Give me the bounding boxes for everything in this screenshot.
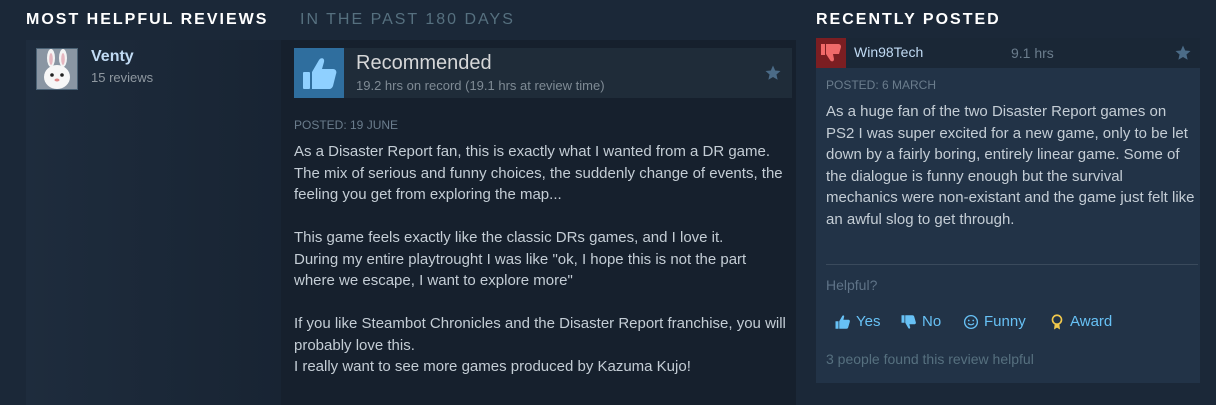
review-line: As a Disaster Report fan, this is exactl… — [294, 143, 771, 160]
recent-posted-date: POSTED: 6 MARCH — [826, 78, 937, 92]
rabbit-avatar-icon — [37, 49, 77, 89]
star-icon[interactable] — [1174, 44, 1192, 62]
divider — [826, 264, 1198, 265]
recently-posted-title: RECENTLY POSTED — [816, 11, 1001, 28]
award-label: Award — [1070, 313, 1113, 330]
smiley-icon — [963, 314, 979, 330]
recent-review-body: As a huge fan of the two Disaster Report… — [826, 103, 1195, 228]
thumbs-down-icon — [821, 44, 841, 62]
recent-review-card: Win98Tech 9.1 hrs POSTED: 6 MARCH As a h… — [816, 38, 1200, 383]
recommended-label: Recommended — [356, 52, 492, 74]
helpful-review-card: Venty 15 reviews Recommended 19.2 hrs on… — [26, 40, 796, 405]
yes-button[interactable]: Yes — [834, 310, 880, 334]
award-medal-icon — [1051, 314, 1063, 330]
thumbs-down-box — [816, 38, 846, 68]
funny-label: Funny — [984, 313, 1026, 330]
posted-date: POSTED: 19 JUNE — [294, 118, 399, 132]
most-helpful-reviews-title: MOST HELPFUL REVIEWS — [26, 11, 269, 28]
funny-button[interactable]: Funny — [962, 310, 1026, 334]
no-button[interactable]: No — [900, 310, 941, 334]
review-line: The mix of serious and funny choices, th… — [294, 164, 783, 204]
star-icon[interactable] — [764, 64, 782, 82]
author-review-count[interactable]: 15 reviews — [91, 70, 153, 85]
recent-hours: 9.1 hrs — [1011, 45, 1054, 61]
avatar[interactable] — [36, 48, 78, 90]
thumbs-up-icon — [303, 58, 337, 89]
vote-header[interactable]: Recommended 19.2 hrs on record (19.1 hrs… — [294, 48, 792, 98]
review-body: As a Disaster Report fan, this is exactl… — [294, 141, 789, 378]
recent-review-header[interactable]: Win98Tech 9.1 hrs — [816, 38, 1200, 68]
author-name-link[interactable]: Venty — [91, 48, 134, 66]
no-label: No — [922, 313, 942, 330]
helpful-question: Helpful? — [826, 277, 878, 293]
recent-author-name[interactable]: Win98Tech — [854, 44, 923, 60]
review-line: During my entire playtrought I was like … — [294, 250, 747, 290]
review-line — [294, 206, 789, 228]
review-line: If you like Steambot Chronicles and the … — [294, 315, 786, 354]
thumbs-up-box — [294, 48, 344, 98]
review-author-block: Venty 15 reviews — [26, 40, 281, 405]
review-line: This game feels exactly like the classic… — [294, 229, 724, 246]
helpful-count: 3 people found this review helpful — [826, 351, 1034, 367]
past-180-days-subtitle: IN THE PAST 180 DAYS — [300, 11, 515, 28]
award-button[interactable]: Award — [1048, 310, 1112, 334]
thumbs-down-icon — [901, 315, 916, 329]
hours-on-record: 19.2 hrs on record (19.1 hrs at review t… — [356, 78, 605, 93]
yes-label: Yes — [856, 313, 881, 330]
review-line: I really want to see more games produced… — [294, 358, 691, 375]
thumbs-up-icon — [835, 315, 850, 329]
review-line — [294, 292, 789, 314]
